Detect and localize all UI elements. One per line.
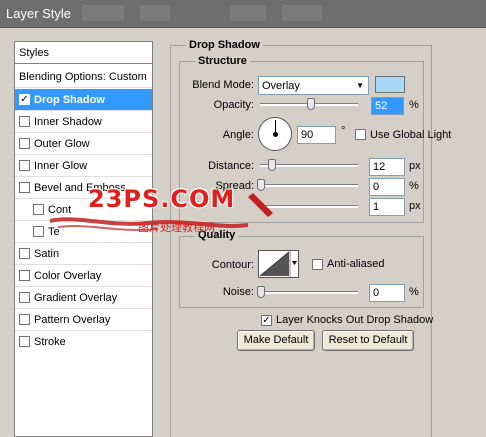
reset-to-default-button[interactable]: Reset to Default <box>322 330 414 351</box>
style-item-label: Drop Shadow <box>34 94 105 106</box>
make-default-button[interactable]: Make Default <box>237 330 315 351</box>
use-global-light-checkbox[interactable] <box>355 129 366 140</box>
distance-label: Distance: <box>208 160 254 172</box>
blurred-toolbar-icon <box>230 5 266 21</box>
blend-mode-value: Overlay <box>262 80 300 92</box>
blurred-toolbar-icon <box>82 5 124 21</box>
style-item-pattern-overlay[interactable]: Pattern Overlay <box>15 309 152 331</box>
gradient-overlay-checkbox[interactable] <box>19 291 30 303</box>
styles-header[interactable]: Styles <box>15 42 152 64</box>
structure-title: Structure <box>195 55 250 67</box>
style-item-label: Stroke <box>34 336 66 348</box>
watermark-text: 23PS.COM <box>88 185 236 213</box>
size-unit: px <box>409 200 421 212</box>
size-input[interactable]: 1 <box>369 198 405 216</box>
style-item-label: Pattern Overlay <box>34 314 111 326</box>
noise-label: Noise: <box>222 286 254 298</box>
angle-unit: ° <box>341 125 346 137</box>
style-item-label: Outer Glow <box>34 138 90 150</box>
style-item-gradient-overlay[interactable]: Gradient Overlay <box>15 287 152 309</box>
contour-curve-icon <box>259 251 297 277</box>
opacity-slider-thumb[interactable] <box>306 98 315 110</box>
noise-input[interactable]: 0 <box>369 284 405 302</box>
anti-aliased-checkbox[interactable] <box>312 259 323 270</box>
style-item-label: Satin <box>34 248 60 260</box>
opacity-unit: % <box>409 99 419 111</box>
satin-checkbox[interactable] <box>19 247 30 259</box>
inner-glow-checkbox[interactable] <box>19 159 30 171</box>
style-item-label: Inner Shadow <box>34 116 102 128</box>
angle-dial[interactable] <box>258 117 292 151</box>
distance-unit: px <box>409 160 421 172</box>
window-title: Layer Style <box>6 6 72 21</box>
style-item-drop-shadow[interactable]: ✓ Drop Shadow <box>15 89 152 111</box>
anti-aliased-label: Anti-aliased <box>327 258 385 270</box>
texture-checkbox[interactable] <box>33 225 44 237</box>
noise-unit: % <box>409 286 419 298</box>
blending-options-item[interactable]: Blending Options: Custom <box>15 66 152 88</box>
opacity-label: Opacity: <box>213 99 254 111</box>
contour-label: Contour: <box>211 259 254 271</box>
style-item-inner-shadow[interactable]: Inner Shadow <box>15 111 152 133</box>
opacity-input[interactable]: 52 <box>371 97 404 115</box>
bevel-emboss-checkbox[interactable] <box>19 181 30 193</box>
color-overlay-checkbox[interactable] <box>19 269 30 281</box>
style-item-outer-glow[interactable]: Outer Glow <box>15 133 152 155</box>
outer-glow-checkbox[interactable] <box>19 137 30 149</box>
pattern-overlay-checkbox[interactable] <box>19 313 30 325</box>
noise-slider-track[interactable] <box>260 291 358 294</box>
style-item-label: Color Overlay <box>34 270 102 282</box>
knockout-label: Layer Knocks Out Drop Shadow <box>276 314 434 326</box>
spread-input[interactable]: 0 <box>369 178 405 196</box>
blend-mode-select[interactable]: Overlay ▼ <box>258 76 369 95</box>
style-item-label: Gradient Overlay <box>34 292 118 304</box>
angle-dial-center <box>273 132 278 137</box>
contour-checkbox[interactable] <box>33 203 44 215</box>
contour-picker[interactable] <box>258 250 299 278</box>
distance-input[interactable]: 12 <box>369 158 405 176</box>
watermark-subtext: 图片处理教程网 <box>138 221 215 234</box>
use-global-light-label: Use Global Light <box>370 129 452 141</box>
spread-unit: % <box>409 180 419 192</box>
style-item-label: Inner Glow <box>34 160 88 172</box>
blurred-toolbar-icon <box>282 5 322 21</box>
blend-mode-label: Blend Mode: <box>192 79 254 91</box>
style-item-satin[interactable]: Satin <box>15 243 152 265</box>
title-bar: Layer Style <box>0 0 486 28</box>
watermark-logo: 23PS.COM 图片处理教程网 <box>48 185 288 245</box>
drop-shadow-checkbox[interactable]: ✓ <box>19 93 30 105</box>
style-item-stroke[interactable]: Stroke <box>15 331 152 353</box>
inner-shadow-checkbox[interactable] <box>19 115 30 127</box>
angle-label: Angle: <box>222 129 254 141</box>
dropdown-arrow-icon: ▼ <box>356 81 364 90</box>
angle-input[interactable]: 90 <box>297 126 336 144</box>
knockout-checkbox[interactable]: ✓ <box>261 315 272 326</box>
style-item-inner-glow[interactable]: Inner Glow <box>15 155 152 177</box>
drop-shadow-title: Drop Shadow <box>186 39 263 51</box>
stroke-checkbox[interactable] <box>19 335 30 347</box>
noise-slider-thumb[interactable] <box>257 286 265 298</box>
shadow-color-swatch[interactable] <box>375 76 405 93</box>
blurred-toolbar-icon <box>140 5 170 21</box>
style-item-color-overlay[interactable]: Color Overlay <box>15 265 152 287</box>
distance-slider-thumb[interactable] <box>268 159 276 171</box>
